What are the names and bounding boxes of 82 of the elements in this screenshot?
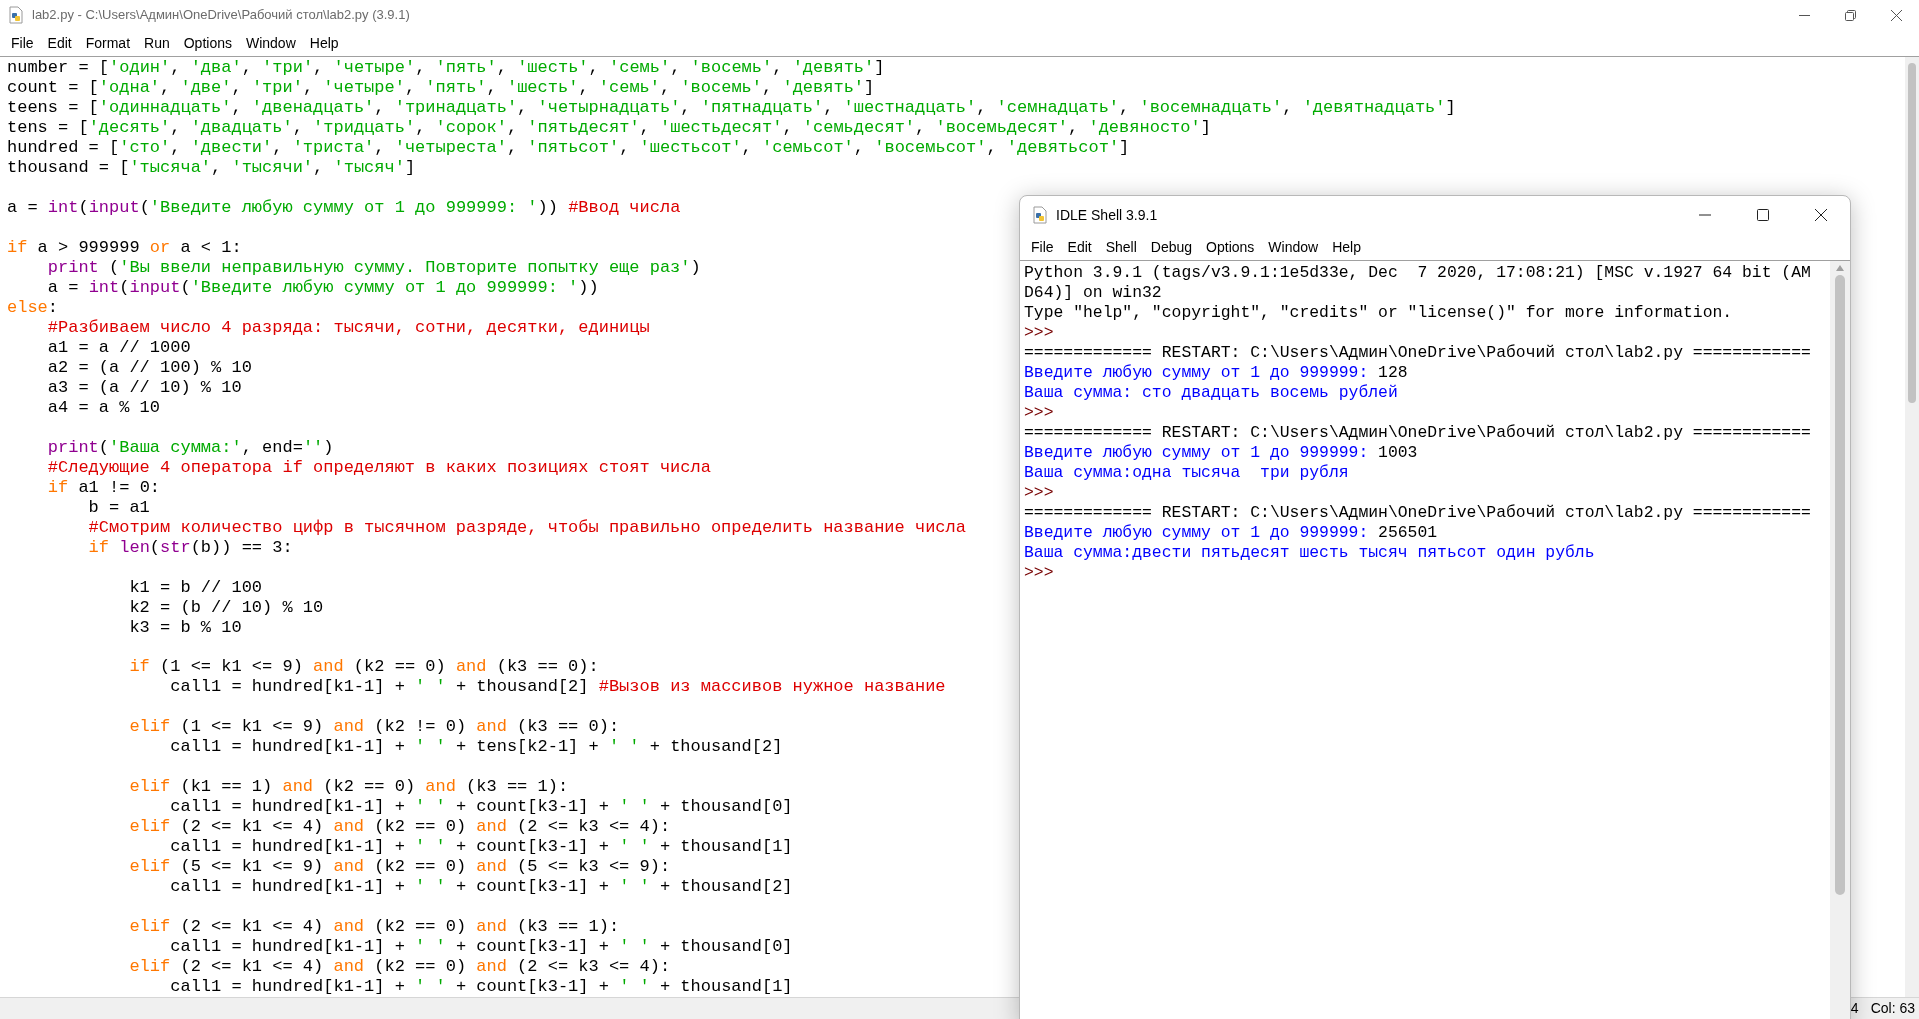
- code-line: elif (5 <= k1 <= 9) and (k2 == 0) and (5 <= k3 <= 9):: [128, 857, 671, 878]
- code-line: a = int(input('Введите любую сумму от 1 до 999999: ')) #Ввод числа: [7, 197, 681, 218]
- status-text: Col: 63: [1870, 999, 1915, 1018]
- code-line: call1 = hundred[k1-1] + ' ' + tens[k2-1] + ' ' + thousand[2]: [169, 737, 783, 758]
- window-title: IDLE Shell 3.9.1: [1056, 205, 1158, 225]
- code-line: ============= RESTART: C:\Users\Админ\OneDrive\Рабочий стол\lab2.py ============: [1024, 423, 1811, 443]
- code-line: elif (2 <= k1 <= 4) and (k2 == 0) and (k3 == 1):: [128, 917, 620, 937]
- code-line: Python 3.9.1 (tags/v3.9.1:1e5d33e, Dec 7 2020, 17:08:21) [MSC v.1927 64 bit (AM: [1024, 263, 1811, 283]
- code-line: call1 = hundred[k1-1] + ' ' + count[k3-1] + ' ' + thousand[0]: [169, 937, 793, 957]
- menu-item[interactable]: File: [4, 32, 41, 54]
- code-line: a1 = a // 1000: [46, 337, 191, 358]
- close-icon: [1815, 209, 1827, 221]
- code-line: elif (k1 == 1) and (k2 == 0) and (k3 == 1):: [128, 777, 569, 798]
- menu-item[interactable]: Help: [302, 32, 346, 54]
- code-line: #Разбиваем число 4 разряда: тысячи, сотни, десятки, единицы: [46, 317, 650, 338]
- code-line: Введите любую сумму от 1 до 999999: 128: [1024, 363, 1408, 383]
- code-line: teens = ['одиннадцать', 'двенадцать', 'тринадцать', 'четырнадцать', 'пятнадцать', 'шестнадцать', 'семнадцать', 'восемнадцать', 'девятнадцать']: [7, 98, 1456, 118]
- code-line: else:: [7, 297, 58, 318]
- code-line: a = int(input('Введите любую сумму от 1 до 999999: ')): [46, 277, 599, 298]
- code-line: call1 = hundred[k1-1] + ' ' + thousand[2] #Вызов из массивов нужное название: [169, 677, 946, 698]
- code-line: tens = ['десять', 'двадцать', 'тридцать', 'сорок', 'пятьдесят', 'шестьдесят', 'семьдесят', 'восемьдесят', 'девяносто']: [7, 118, 1211, 138]
- code-line: elif (2 <= k1 <= 4) and (k2 == 0) and (2 <= k3 <= 4):: [128, 957, 671, 977]
- code-line: Ваша сумма:одна тысяча три рубля: [1024, 463, 1349, 483]
- python-file-icon: [1032, 206, 1048, 224]
- code-line: >>>: [1024, 403, 1054, 423]
- status-text: 4: [1850, 999, 1859, 1018]
- restore-icon: [1844, 9, 1856, 21]
- code-line: >>>: [1024, 483, 1054, 503]
- code-line: if (1 <= k1 <= 9) and (k2 == 0) and (k3 == 0):: [128, 657, 599, 678]
- code-line: Type "help", "copyright", "credits" or "license()" for more information.: [1024, 303, 1733, 323]
- code-line: Введите любую сумму от 1 до 999999: 1003: [1024, 443, 1418, 463]
- code-line: number = ['один', 'два', 'три', 'четыре', 'пять', 'шесть', 'семь', 'восемь', 'девять']: [7, 58, 885, 78]
- window-title: lab2.py - C:\Users\Админ\OneDrive\Рабочий стол\lab2.py (3.9.1): [32, 6, 410, 25]
- menu-item[interactable]: Edit: [40, 32, 79, 54]
- scrollbar[interactable]: [1905, 57, 1919, 997]
- code-line: ============= RESTART: C:\Users\Админ\OneDrive\Рабочий стол\lab2.py ============: [1024, 503, 1811, 523]
- code-line: Введите любую сумму от 1 до 999999: 256501: [1024, 523, 1438, 543]
- code-line: #Смотрим количество цифр в тысячном разряде, чтобы правильно определить название числа: [87, 517, 966, 538]
- scroll-up-icon[interactable]: [1836, 265, 1844, 271]
- code-line: elif (1 <= k1 <= 9) and (k2 != 0) and (k3 == 0):: [128, 717, 620, 738]
- menu-item[interactable]: Window: [1261, 236, 1326, 258]
- menu-item[interactable]: File: [1024, 236, 1061, 258]
- code-line: k2 = (b // 10) % 10: [128, 597, 324, 618]
- code-line: Ваша сумма: сто двадцать восемь рублей: [1024, 383, 1398, 403]
- code-line: print ('Вы ввели неправильную сумму. Повторите попытку еще раз'): [46, 257, 701, 278]
- code-line: call1 = hundred[k1-1] + ' ' + count[k3-1] + ' ' + thousand[1]: [169, 977, 793, 997]
- code-line: thousand = ['тысяча', 'тысячи', 'тысяч']: [7, 158, 416, 178]
- menu-item[interactable]: Options: [176, 32, 239, 54]
- menu-item[interactable]: Window: [238, 32, 303, 54]
- code-line: Ваша сумма:двести пятьдесят шесть тысяч пятьсот один рубль: [1024, 543, 1595, 563]
- code-line: if len(str(b)) == 3:: [87, 537, 293, 558]
- menu-item[interactable]: Format: [78, 32, 138, 54]
- menu-item[interactable]: Run: [137, 32, 177, 54]
- code-line: if a1 != 0:: [46, 477, 161, 498]
- code-line: D64)] on win32: [1024, 283, 1162, 303]
- code-line: call1 = hundred[k1-1] + ' ' + count[k3-1] + ' ' + thousand[2]: [169, 877, 793, 898]
- code-line: elif (2 <= k1 <= 4) and (k2 == 0) and (2 <= k3 <= 4):: [128, 817, 671, 838]
- scrollbar[interactable]: [1830, 261, 1850, 1019]
- code-line: k3 = b % 10: [128, 617, 242, 638]
- code-line: k1 = b // 100: [128, 577, 263, 598]
- code-line: a3 = (a // 10) % 10: [46, 377, 242, 398]
- menu-item[interactable]: Debug: [1143, 236, 1200, 258]
- code-line: >>>: [1024, 563, 1054, 583]
- code-line: b = a1: [87, 497, 150, 518]
- close-icon: [1890, 9, 1902, 21]
- python-file-icon: [8, 6, 24, 24]
- code-line: ============= RESTART: C:\Users\Админ\OneDrive\Рабочий стол\lab2.py ============: [1024, 343, 1811, 363]
- code-line: hundred = ['сто', 'двести', 'триста', 'четыреста', 'пятьсот', 'шестьсот', 'семьсот', 'восемьсот', 'девятьсот']: [7, 138, 1130, 158]
- menu-item[interactable]: Edit: [1060, 236, 1099, 258]
- code-line: call1 = hundred[k1-1] + ' ' + count[k3-1] + ' ' + thousand[0]: [169, 797, 793, 818]
- code-line: a4 = a % 10: [46, 397, 161, 418]
- code-line: count = ['одна', 'две', 'три', 'четыре', 'пять', 'шесть', 'семь', 'восемь', 'девять']: [7, 78, 875, 98]
- menu-item[interactable]: Shell: [1098, 236, 1144, 258]
- code-line: if a > 999999 or a < 1:: [7, 237, 242, 258]
- menu-item[interactable]: Help: [1325, 236, 1368, 258]
- code-line: #Следующие 4 оператора if определяют в каких позициях стоят числа: [46, 457, 711, 478]
- code-line: a2 = (a // 100) % 10: [46, 357, 252, 378]
- code-line: call1 = hundred[k1-1] + ' ' + count[k3-1] + ' ' + thousand[1]: [169, 837, 793, 858]
- maximize-icon: [1757, 209, 1769, 221]
- code-line: print('Ваша сумма:', end=''): [46, 437, 334, 458]
- code-line: >>>: [1024, 323, 1054, 343]
- menu-item[interactable]: Options: [1199, 236, 1262, 258]
